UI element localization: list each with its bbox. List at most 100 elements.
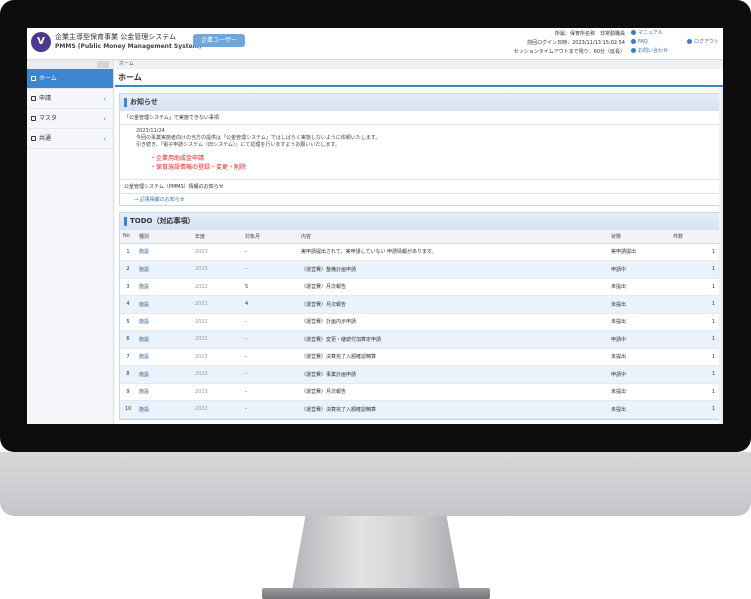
notice-row-heading: 「公金管理システム」で実施できない事項 [120, 111, 721, 125]
cell-content[interactable]: （運営費）決算完了入額確認精算 [298, 400, 608, 419]
table-header-row: No 種別 年度 対象月 内容 状態 件数 [120, 230, 721, 244]
cell-year: 2022 [192, 330, 242, 349]
table-row[interactable]: 2 施設 2023 - （運営費）整備計画申請 申請中 1 [120, 260, 721, 279]
cell-type: 施設 [136, 383, 192, 401]
cell-status: 未提出 [608, 313, 670, 331]
table-row[interactable]: 8 施設 2023 - （運営費）事業計画申請 申請中 1 [120, 365, 721, 384]
breadcrumb[interactable]: ホーム [115, 60, 723, 69]
table-row[interactable]: 1 施設 2023 - 実申請提出されて、実申請していない 申請情報があります。… [120, 243, 721, 261]
column-header-month[interactable]: 対象月 [242, 230, 298, 244]
logout-button[interactable]: ログアウト [687, 38, 719, 45]
sidebar-item-common[interactable]: 共通 ‹ [27, 129, 113, 149]
login-info-session-timeout[interactable]: セッションタイムアウトまで残り：60分（延長） [514, 48, 625, 57]
notice-line: 引き続き、「電子申請システム（旧システム）」にて処理を行いますようお願いいたしま… [136, 142, 340, 148]
page-title: ホーム [115, 69, 723, 87]
user-role-button[interactable]: 企業ユーザー [193, 34, 245, 47]
table-row[interactable]: 7 施設 2023 - （運営費）決算完了入額確認精算 未提出 1 [120, 348, 721, 366]
cell-month: - [242, 348, 298, 366]
app-logo: V [31, 32, 51, 52]
logout-label: ログアウト [694, 39, 720, 45]
notice-alert-item: ・企業用助成金申請 [150, 155, 205, 162]
cell-month: - [242, 400, 298, 419]
notice-article-link[interactable]: → 記事掲載のお知らせ [120, 194, 721, 205]
cell-content[interactable]: （運営費）月次報告 [298, 278, 608, 296]
chevron-left-icon: ‹ [103, 95, 106, 103]
sidebar-item-master[interactable]: マスタ ‹ [27, 109, 113, 129]
notice-line: 今回の事業実施者向けの当方の提供は「公金管理システム」ではしばらく実施しないよう… [136, 135, 381, 141]
cell-type: 施設 [136, 313, 192, 331]
cell-count: 1 [670, 348, 721, 366]
cell-no: 1 [120, 243, 136, 261]
cell-year: 2022 [192, 278, 242, 296]
cell-content[interactable]: （運営費）事業計画申請 [298, 365, 608, 384]
sidebar-item-application[interactable]: 申請 ‹ [27, 89, 113, 109]
cell-year: 2023 [192, 383, 242, 401]
cell-content[interactable]: （運営費）計画内示申請 [298, 313, 608, 331]
notice-body: 2023/11/24 今回の事業実施者向けの当方の提供は「公金管理システム」では… [120, 125, 721, 180]
column-header-count[interactable]: 件数 [670, 230, 721, 244]
table-row[interactable]: 6 施設 2022 - （運営費）変更・継続付加算定申請 申請中 1 [120, 330, 721, 349]
cell-month: 5 [242, 278, 298, 296]
table-row[interactable]: 3 施設 2022 5 （運営費）月次報告 未提出 1 [120, 278, 721, 296]
login-info-last-login: 前回ログイン日時：2023/11/13 15:02:54 [527, 40, 625, 46]
notice-alert-item: ・保育施設情報の登録・変更・削除 [150, 164, 247, 171]
table-row[interactable]: 5 施設 2022 - （運営費）計画内示申請 未提出 1 [120, 313, 721, 331]
cell-status: 未提出 [608, 400, 670, 419]
cell-no: 10 [120, 400, 136, 419]
cell-type: 施設 [136, 330, 192, 349]
cell-month: - [242, 260, 298, 279]
app-screen: V 企業主導型保育事業 公金管理システム PMMS (Public Money … [27, 28, 723, 424]
cell-type: 施設 [136, 400, 192, 419]
cell-content[interactable]: （運営費）決算完了入額確認精算 [298, 348, 608, 366]
column-header-no[interactable]: No [120, 230, 136, 244]
cell-type: 施設 [136, 365, 192, 384]
folder-icon [31, 136, 36, 141]
cell-count: 1 [670, 383, 721, 401]
cell-status: 申請中 [608, 365, 670, 384]
cell-status: 申請中 [608, 260, 670, 279]
document-icon [31, 96, 36, 101]
main-scrollbar[interactable] [719, 87, 723, 424]
sidebar: ホーム 申請 ‹ マスタ ‹ 共通 ‹ [27, 60, 114, 424]
cell-content[interactable]: （運営費）月次報告 [298, 295, 608, 314]
column-header-year[interactable]: 年度 [192, 230, 242, 244]
cell-no: 7 [120, 348, 136, 366]
cell-month: - [242, 243, 298, 261]
cell-count: 1 [670, 243, 721, 261]
cell-type: 施設 [136, 243, 192, 261]
table-row[interactable]: 4 施設 2022 4 （運営費）月次報告 未提出 1 [120, 295, 721, 314]
section-marker-icon [124, 98, 127, 107]
cell-content[interactable]: （運営費）整備計画申請 [298, 260, 608, 279]
cell-month: - [242, 313, 298, 331]
cell-content[interactable]: （運営費）月次報告 [298, 383, 608, 401]
cell-status: 未提出 [608, 278, 670, 296]
manual-link[interactable]: マニュアル [631, 29, 668, 38]
monitor-stand-neck [292, 516, 460, 590]
sidebar-item-label: マスタ [39, 115, 58, 122]
cell-count: 1 [670, 330, 721, 349]
cell-type: 施設 [136, 348, 192, 366]
cell-content[interactable]: （運営費）変更・継続付加算定申請 [298, 330, 608, 349]
cell-count: 1 [670, 313, 721, 331]
cell-status: 未提出 [608, 348, 670, 366]
sidebar-collapse-button[interactable] [97, 61, 109, 68]
contact-icon [631, 48, 636, 53]
table-row[interactable]: 9 施設 2023 - （運営費）月次報告 未提出 1 [120, 383, 721, 401]
cell-status: 未提出 [608, 295, 670, 314]
column-header-content[interactable]: 内容 [298, 230, 608, 244]
monitor-stand-foot [262, 588, 490, 599]
app-header: V 企業主導型保育事業 公金管理システム PMMS (Public Money … [27, 28, 723, 60]
notice-date: 2023/11/24 [136, 128, 165, 134]
notice-alert-list: ・企業用助成金申請 ・保育施設情報の登録・変更・削除 [136, 149, 717, 176]
column-header-type[interactable]: 種別 [136, 230, 192, 244]
system-subtitle: PMMS (Public Money Management System) [55, 43, 202, 50]
todo-panel: TODO（対応事項） No 種別 年度 対象月 内容 状態 件数 1 施設 20… [119, 212, 722, 420]
table-row[interactable]: 10 施設 2022 - （運営費）決算完了入額確認精算 未提出 1 [120, 400, 721, 419]
sidebar-item-home[interactable]: ホーム [27, 69, 113, 89]
cell-content[interactable]: 実申請提出されて、実申請していない 申請情報があります。 [298, 243, 608, 261]
cell-status: 申請中 [608, 330, 670, 349]
column-header-status[interactable]: 状態 [608, 230, 670, 244]
faq-link[interactable]: FAQ [631, 38, 668, 47]
contact-link[interactable]: お問い合わせ [631, 47, 668, 56]
faq-link-label: FAQ [638, 39, 648, 45]
